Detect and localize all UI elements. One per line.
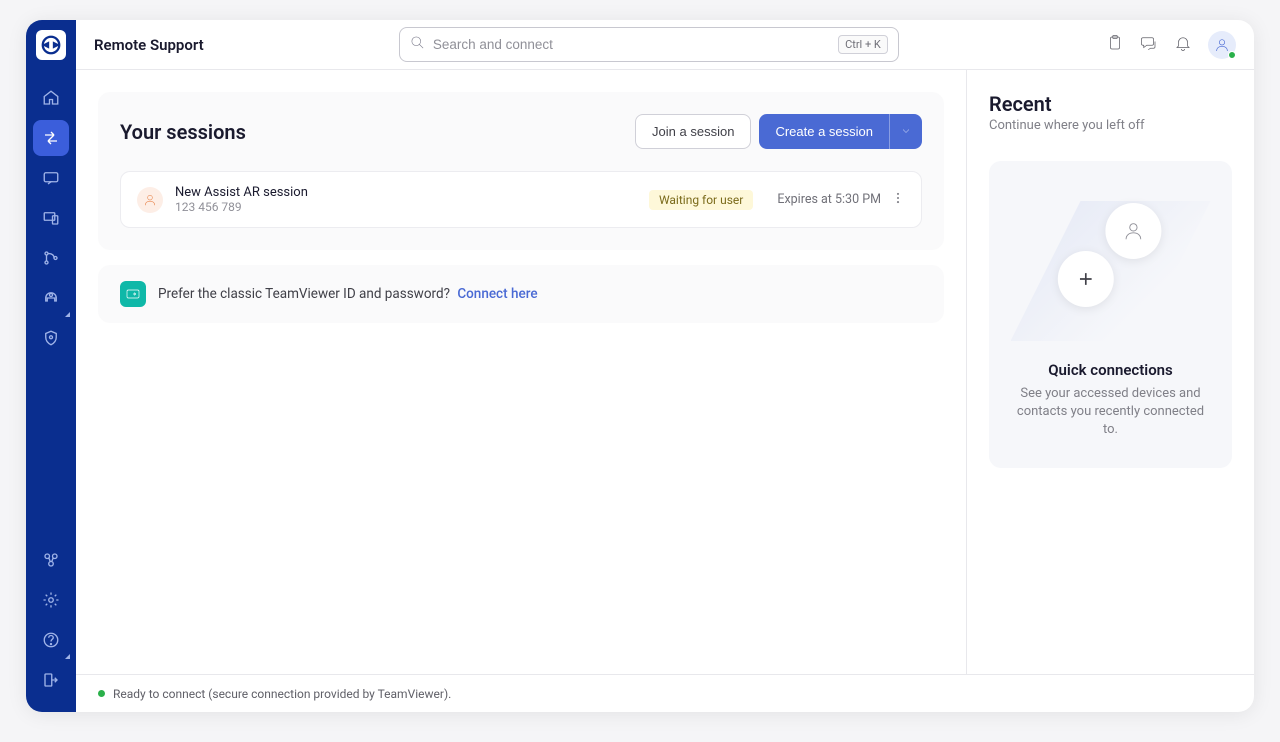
sidebar	[26, 20, 76, 712]
nav-workflow[interactable]	[33, 240, 69, 276]
clipboard-icon[interactable]	[1106, 34, 1124, 56]
search-box[interactable]: Ctrl + K	[399, 27, 899, 62]
session-user-icon	[137, 187, 163, 213]
session-status-badge: Waiting for user	[649, 190, 753, 210]
create-session-group: Create a session	[759, 114, 922, 149]
app-logo[interactable]	[36, 30, 66, 60]
create-session-dropdown[interactable]	[889, 114, 922, 149]
plus-circle-graphic	[1057, 251, 1113, 307]
status-online-dot	[1228, 51, 1236, 59]
quick-connections-title: Quick connections	[1011, 361, 1210, 379]
session-row[interactable]: New Assist AR session 123 456 789 Waitin…	[120, 171, 922, 228]
classic-connect-card: Prefer the classic TeamViewer ID and pas…	[98, 265, 944, 323]
nav-integrations[interactable]	[33, 542, 69, 578]
sessions-title: Your sessions	[120, 120, 246, 144]
status-dot-icon	[98, 690, 105, 697]
classic-connect-icon	[120, 281, 146, 307]
sessions-card: Your sessions Join a session Create a se…	[98, 92, 944, 250]
user-circle-graphic	[1105, 203, 1161, 259]
messages-icon[interactable]	[1140, 34, 1158, 56]
search-input[interactable]	[433, 37, 838, 52]
create-session-button[interactable]: Create a session	[759, 114, 889, 149]
main-area: Remote Support Ctrl + K	[76, 20, 1254, 712]
nav-help[interactable]	[33, 622, 69, 658]
nav-settings[interactable]	[33, 582, 69, 618]
app-window: Remote Support Ctrl + K	[26, 20, 1254, 712]
nav-chat[interactable]	[33, 160, 69, 196]
left-panel: Your sessions Join a session Create a se…	[76, 70, 966, 674]
notifications-icon[interactable]	[1174, 34, 1192, 56]
recent-title: Recent	[989, 92, 1232, 116]
nav-security[interactable]	[33, 320, 69, 356]
right-panel: Recent Continue where you left off Quick…	[966, 70, 1254, 674]
quick-connections-card: Quick connections See your accessed devi…	[989, 161, 1232, 468]
page-title: Remote Support	[94, 36, 204, 54]
search-icon	[410, 35, 425, 54]
connect-here-link[interactable]: Connect here	[457, 286, 537, 302]
nav-support[interactable]	[33, 280, 69, 316]
chevron-down-icon	[900, 122, 912, 141]
session-id: 123 456 789	[175, 200, 625, 214]
topbar: Remote Support Ctrl + K	[76, 20, 1254, 70]
recent-subtitle: Continue where you left off	[989, 118, 1232, 133]
status-text: Ready to connect (secure connection prov…	[113, 687, 451, 701]
quick-connections-desc: See your accessed devices and contacts y…	[1011, 385, 1210, 440]
nav-home[interactable]	[33, 80, 69, 116]
session-menu-button[interactable]	[891, 190, 905, 209]
join-session-button[interactable]: Join a session	[635, 114, 751, 149]
content: Your sessions Join a session Create a se…	[76, 70, 1254, 674]
classic-connect-text: Prefer the classic TeamViewer ID and pas…	[158, 286, 538, 302]
nav-devices[interactable]	[33, 200, 69, 236]
search-shortcut: Ctrl + K	[838, 35, 888, 54]
session-expires: Expires at 5:30 PM	[777, 192, 881, 207]
nav-remote-support[interactable]	[33, 120, 69, 156]
user-avatar[interactable]	[1208, 31, 1236, 59]
statusbar: Ready to connect (secure connection prov…	[76, 674, 1254, 712]
session-name: New Assist AR session	[175, 185, 625, 200]
nav-exit[interactable]	[33, 662, 69, 698]
